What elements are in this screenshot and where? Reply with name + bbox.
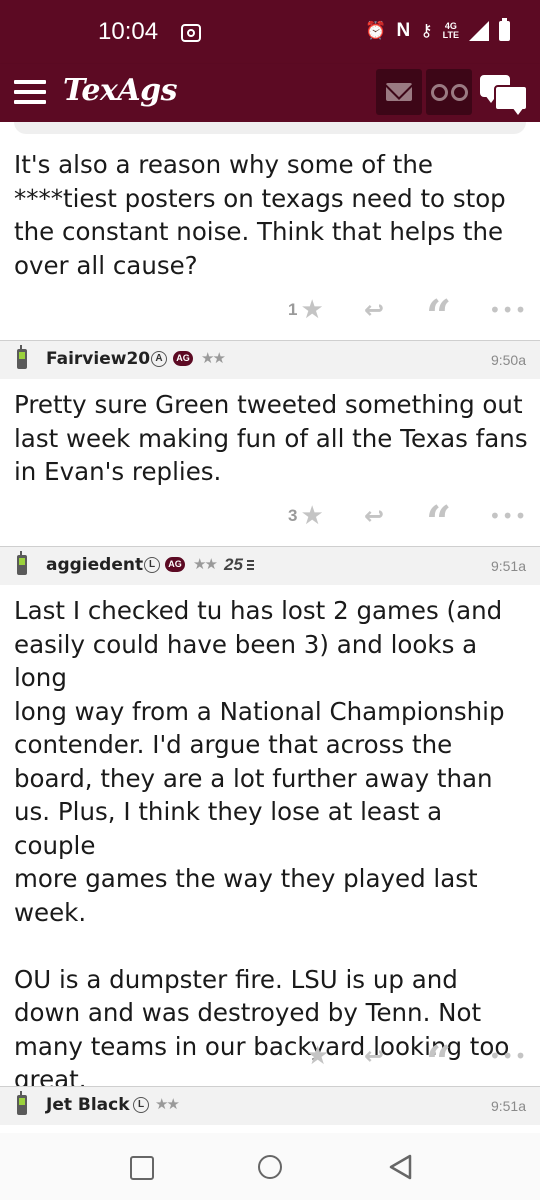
screen-record-icon bbox=[181, 24, 201, 42]
star-count: 3 bbox=[288, 506, 298, 525]
quote-icon: “ bbox=[426, 497, 452, 548]
reply-icon: ↩ bbox=[364, 296, 385, 324]
star-button[interactable]: 1 ★ bbox=[288, 295, 324, 325]
more-icon: ••• bbox=[489, 298, 528, 322]
post-time: 9:51a bbox=[490, 558, 526, 574]
rank-stars: ★★ bbox=[193, 555, 218, 573]
rank-stars: ★★ bbox=[155, 1095, 180, 1113]
username[interactable]: Jet Black bbox=[46, 1095, 130, 1115]
thread-content[interactable]: It's also a reason why some of the ****t… bbox=[0, 122, 540, 1133]
battery-icon bbox=[499, 18, 510, 41]
binoculars-button[interactable] bbox=[426, 69, 472, 115]
key-icon: ⚷ bbox=[420, 21, 433, 41]
years-badge: 25 bbox=[224, 555, 243, 574]
phone-icon bbox=[17, 345, 27, 369]
star-button[interactable]: ★ bbox=[303, 1041, 329, 1071]
home-icon[interactable] bbox=[258, 1155, 282, 1179]
member-badge: A bbox=[151, 351, 167, 367]
signal-icon bbox=[469, 21, 489, 41]
star-button[interactable]: 3 ★ bbox=[288, 501, 324, 531]
post-body: It's also a reason why some of the ****t… bbox=[14, 150, 506, 280]
more-button[interactable]: ••• bbox=[489, 501, 527, 531]
post-time: 9:50a bbox=[490, 352, 526, 368]
post-header: Fairview20 A AG ★★ 9:50a bbox=[0, 341, 540, 379]
quote-button[interactable]: “ bbox=[426, 295, 451, 339]
chat-icon[interactable] bbox=[480, 75, 528, 115]
previous-post-box bbox=[14, 122, 526, 134]
star-icon: ★ bbox=[306, 1041, 330, 1071]
username[interactable]: aggiedent bbox=[46, 555, 143, 575]
member-badge: L bbox=[133, 1097, 149, 1113]
menu-icon[interactable] bbox=[14, 80, 46, 104]
status-bar: 10:04 ⏰ N ⚷ 4G LTE bbox=[0, 0, 540, 64]
recents-icon[interactable] bbox=[130, 1156, 154, 1180]
post-body: Last I checked tu has lost 2 games (and … bbox=[14, 596, 510, 1094]
quote-icon: “ bbox=[426, 291, 452, 342]
member-badge: L bbox=[144, 557, 160, 573]
network-type: 4G LTE bbox=[442, 21, 459, 40]
quote-icon: “ bbox=[426, 1037, 452, 1088]
star-count: 1 bbox=[288, 300, 298, 319]
more-button[interactable]: ••• bbox=[489, 1041, 527, 1071]
app-header: TexAgs bbox=[0, 64, 540, 122]
years-lines-icon bbox=[247, 560, 254, 572]
post-actions: 3 ★ ↩ “ ••• bbox=[0, 501, 540, 545]
reply-icon: ↩ bbox=[364, 1042, 385, 1070]
reply-button[interactable]: ↩ bbox=[364, 1041, 384, 1071]
post-header: aggiedent L AG ★★ 25 9:51a bbox=[0, 547, 540, 585]
back-icon[interactable] bbox=[388, 1154, 414, 1180]
more-icon: ••• bbox=[489, 1044, 528, 1068]
star-icon: ★ bbox=[300, 501, 324, 531]
ag-badge: AG bbox=[173, 351, 193, 366]
post-header: Jet Black L ★★ 9:51a bbox=[0, 1087, 540, 1125]
clock: 10:04 bbox=[98, 18, 159, 45]
reply-button[interactable]: ↩ bbox=[364, 295, 384, 325]
system-nav-bar bbox=[0, 1133, 540, 1200]
alarm-icon: ⏰ bbox=[365, 21, 387, 41]
reply-button[interactable]: ↩ bbox=[364, 501, 384, 531]
reply-icon: ↩ bbox=[364, 502, 385, 530]
quote-button[interactable]: “ bbox=[426, 501, 451, 545]
mail-button[interactable] bbox=[376, 69, 422, 115]
post-actions: 1 ★ ↩ “ ••• bbox=[0, 295, 540, 339]
nfc-icon: N bbox=[396, 20, 411, 41]
phone-icon bbox=[17, 1091, 27, 1115]
username[interactable]: Fairview20 bbox=[46, 349, 150, 369]
more-button[interactable]: ••• bbox=[489, 295, 527, 325]
star-icon: ★ bbox=[300, 295, 324, 325]
phone-icon bbox=[17, 551, 27, 575]
status-icons: ⏰ N ⚷ 4G LTE bbox=[365, 18, 510, 42]
rank-stars: ★★ bbox=[201, 349, 226, 367]
post-body: Pretty sure Green tweeted something out … bbox=[14, 390, 528, 486]
texags-logo[interactable]: TexAgs bbox=[63, 73, 178, 108]
more-icon: ••• bbox=[489, 504, 528, 528]
ag-badge: AG bbox=[165, 557, 185, 572]
binoculars-icon bbox=[430, 83, 468, 101]
quote-button[interactable]: “ bbox=[426, 1041, 451, 1085]
post-actions: ★ ↩ “ ••• bbox=[0, 1041, 540, 1085]
post-time: 9:51a bbox=[490, 1098, 526, 1114]
mail-icon bbox=[386, 83, 412, 101]
